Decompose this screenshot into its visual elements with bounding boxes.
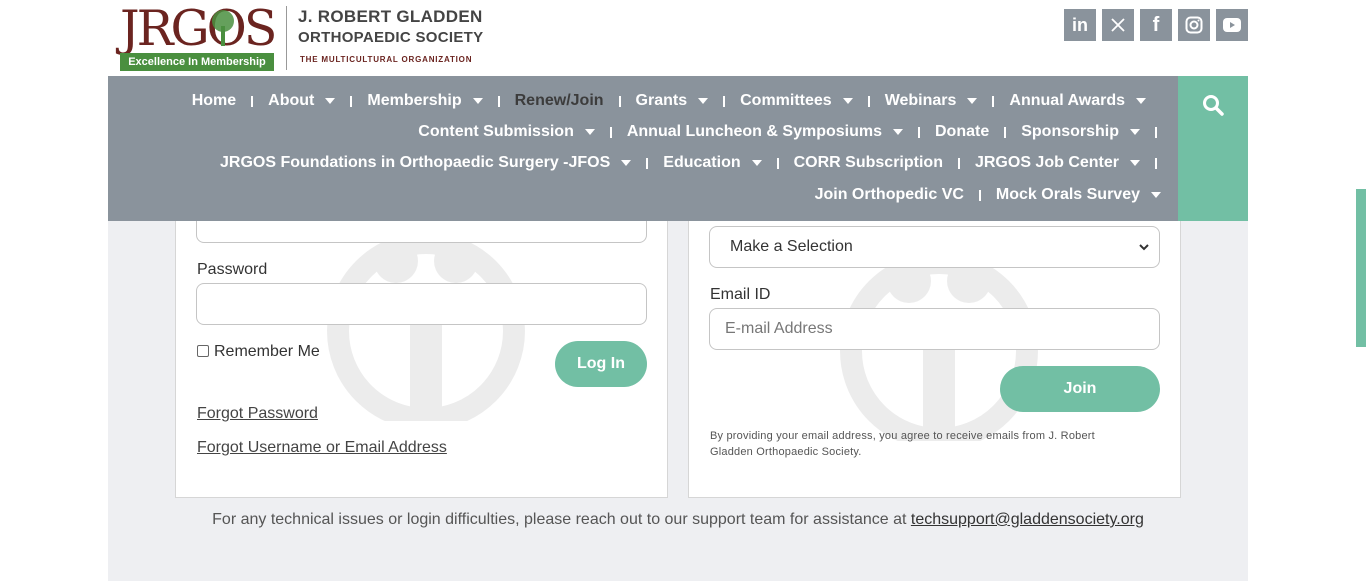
nav-row-3: JRGOS Foundations in Orthopaedic Surgery… xyxy=(220,151,1172,175)
nav-grants[interactable]: Grants xyxy=(636,92,709,110)
tree-icon xyxy=(212,10,234,46)
instagram-glyph xyxy=(1185,16,1203,34)
support-note: For any technical issues or login diffic… xyxy=(108,511,1248,529)
password-field[interactable] xyxy=(196,283,647,325)
nav-job-center[interactable]: JRGOS Job Center xyxy=(975,154,1140,172)
nav-committees[interactable]: Committees xyxy=(740,92,853,110)
nav-sponsorship[interactable]: Sponsorship xyxy=(1021,123,1140,141)
nav-about[interactable]: About xyxy=(268,92,336,110)
logo-letters: JRGOS xyxy=(120,0,277,57)
select-value: Make a Selection xyxy=(730,238,853,255)
nav-join-orthopedic-vc[interactable]: Join Orthopedic VC xyxy=(815,186,964,204)
membership-select[interactable]: Make a Selection xyxy=(709,226,1160,268)
join-card: Make a Selection Email ID E-mail Address… xyxy=(688,221,1181,498)
instagram-icon[interactable] xyxy=(1178,9,1210,41)
logo-tagline: Excellence In Membership xyxy=(120,53,274,71)
nav-membership[interactable]: Membership xyxy=(367,92,483,110)
scrollbar-thumb[interactable] xyxy=(1356,189,1366,347)
email-disclaimer-line1: By providing your email address, you agr… xyxy=(710,430,1095,442)
search-panel xyxy=(1178,76,1248,221)
nav-annual-luncheon[interactable]: Annual Luncheon & Symposiums xyxy=(627,123,903,141)
remember-me-checkbox[interactable] xyxy=(197,345,209,357)
chevron-down-icon xyxy=(892,129,903,135)
chevron-down-icon xyxy=(967,98,978,104)
nav-content-submission[interactable]: Content Submission xyxy=(418,123,595,141)
chevron-down-icon xyxy=(1130,129,1140,135)
nav-home[interactable]: Home xyxy=(192,92,236,110)
email-field[interactable]: E-mail Address xyxy=(709,308,1160,350)
org-subtitle: THE MULTICULTURAL ORGANIZATION xyxy=(300,55,473,64)
forgot-username-link[interactable]: Forgot Username or Email Address xyxy=(197,439,447,457)
facebook-label: f xyxy=(1152,13,1160,36)
jrgos-logo[interactable]: JRGOS Excellence In Membership xyxy=(120,0,277,72)
join-button[interactable]: Join xyxy=(1000,366,1160,412)
chevron-down-icon xyxy=(472,98,483,104)
chevron-down-icon xyxy=(751,160,762,166)
support-email-link[interactable]: techsupport@gladdensociety.org xyxy=(911,511,1144,528)
chevron-down-icon xyxy=(621,160,632,166)
forgot-password-link[interactable]: Forgot Password xyxy=(197,405,318,423)
nav-row-1: Home About Membership Renew/Join Grants … xyxy=(192,89,1146,113)
scrollbar[interactable] xyxy=(1356,0,1366,581)
nav-donate[interactable]: Donate xyxy=(935,123,989,141)
chevron-down-icon xyxy=(1130,160,1140,166)
youtube-icon[interactable] xyxy=(1216,9,1248,41)
nav-renew-join[interactable]: Renew/Join xyxy=(515,92,604,110)
chevron-down-icon xyxy=(842,98,853,104)
nav-jfos[interactable]: JRGOS Foundations in Orthopaedic Surgery… xyxy=(220,154,632,172)
x-icon[interactable] xyxy=(1102,9,1134,41)
linkedin-label: in xyxy=(1072,14,1088,35)
nav-education[interactable]: Education xyxy=(663,154,762,172)
nav-row-2: Content Submission Annual Luncheon & Sym… xyxy=(418,120,1172,144)
main-navigation: Home About Membership Renew/Join Grants … xyxy=(108,76,1178,221)
chevron-down-icon xyxy=(584,129,595,135)
linkedin-icon[interactable]: in xyxy=(1064,9,1096,41)
login-button[interactable]: Log In xyxy=(555,341,647,387)
org-name-line1: J. ROBERT GLADDEN xyxy=(298,7,483,26)
chevron-down-icon xyxy=(1151,192,1161,198)
support-text: For any technical issues or login diffic… xyxy=(212,511,911,528)
remember-me-label: Remember Me xyxy=(214,343,320,360)
nav-mock-orals-survey[interactable]: Mock Orals Survey xyxy=(996,186,1161,204)
site-header: JRGOS Excellence In Membership J. ROBERT… xyxy=(0,0,1366,76)
search-icon[interactable] xyxy=(1202,94,1224,116)
username-field[interactable] xyxy=(196,221,647,243)
nav-annual-awards[interactable]: Annual Awards xyxy=(1009,92,1146,110)
nav-corr-subscription[interactable]: CORR Subscription xyxy=(794,154,943,172)
email-placeholder: E-mail Address xyxy=(725,320,833,337)
youtube-glyph xyxy=(1223,18,1241,32)
chevron-down-icon xyxy=(325,98,336,104)
chevron-down-icon xyxy=(698,98,709,104)
logo-divider xyxy=(286,6,287,70)
x-glyph xyxy=(1111,18,1125,32)
org-name-line2: ORTHOPAEDIC SOCIETY xyxy=(298,29,484,46)
login-card: Password Remember Me Log In Forgot Passw… xyxy=(175,221,668,498)
nav-webinars[interactable]: Webinars xyxy=(885,92,978,110)
email-id-label: Email ID xyxy=(710,286,771,303)
email-disclaimer-line2: Gladden Orthopaedic Society. xyxy=(710,446,862,458)
nav-row-4: Join Orthopedic VC Mock Orals Survey xyxy=(815,183,1161,207)
facebook-icon[interactable]: f xyxy=(1140,9,1172,41)
main-content: Password Remember Me Log In Forgot Passw… xyxy=(108,221,1248,581)
chevron-down-icon xyxy=(1136,98,1146,104)
chevron-down-icon xyxy=(1139,243,1149,250)
password-label: Password xyxy=(197,261,268,278)
